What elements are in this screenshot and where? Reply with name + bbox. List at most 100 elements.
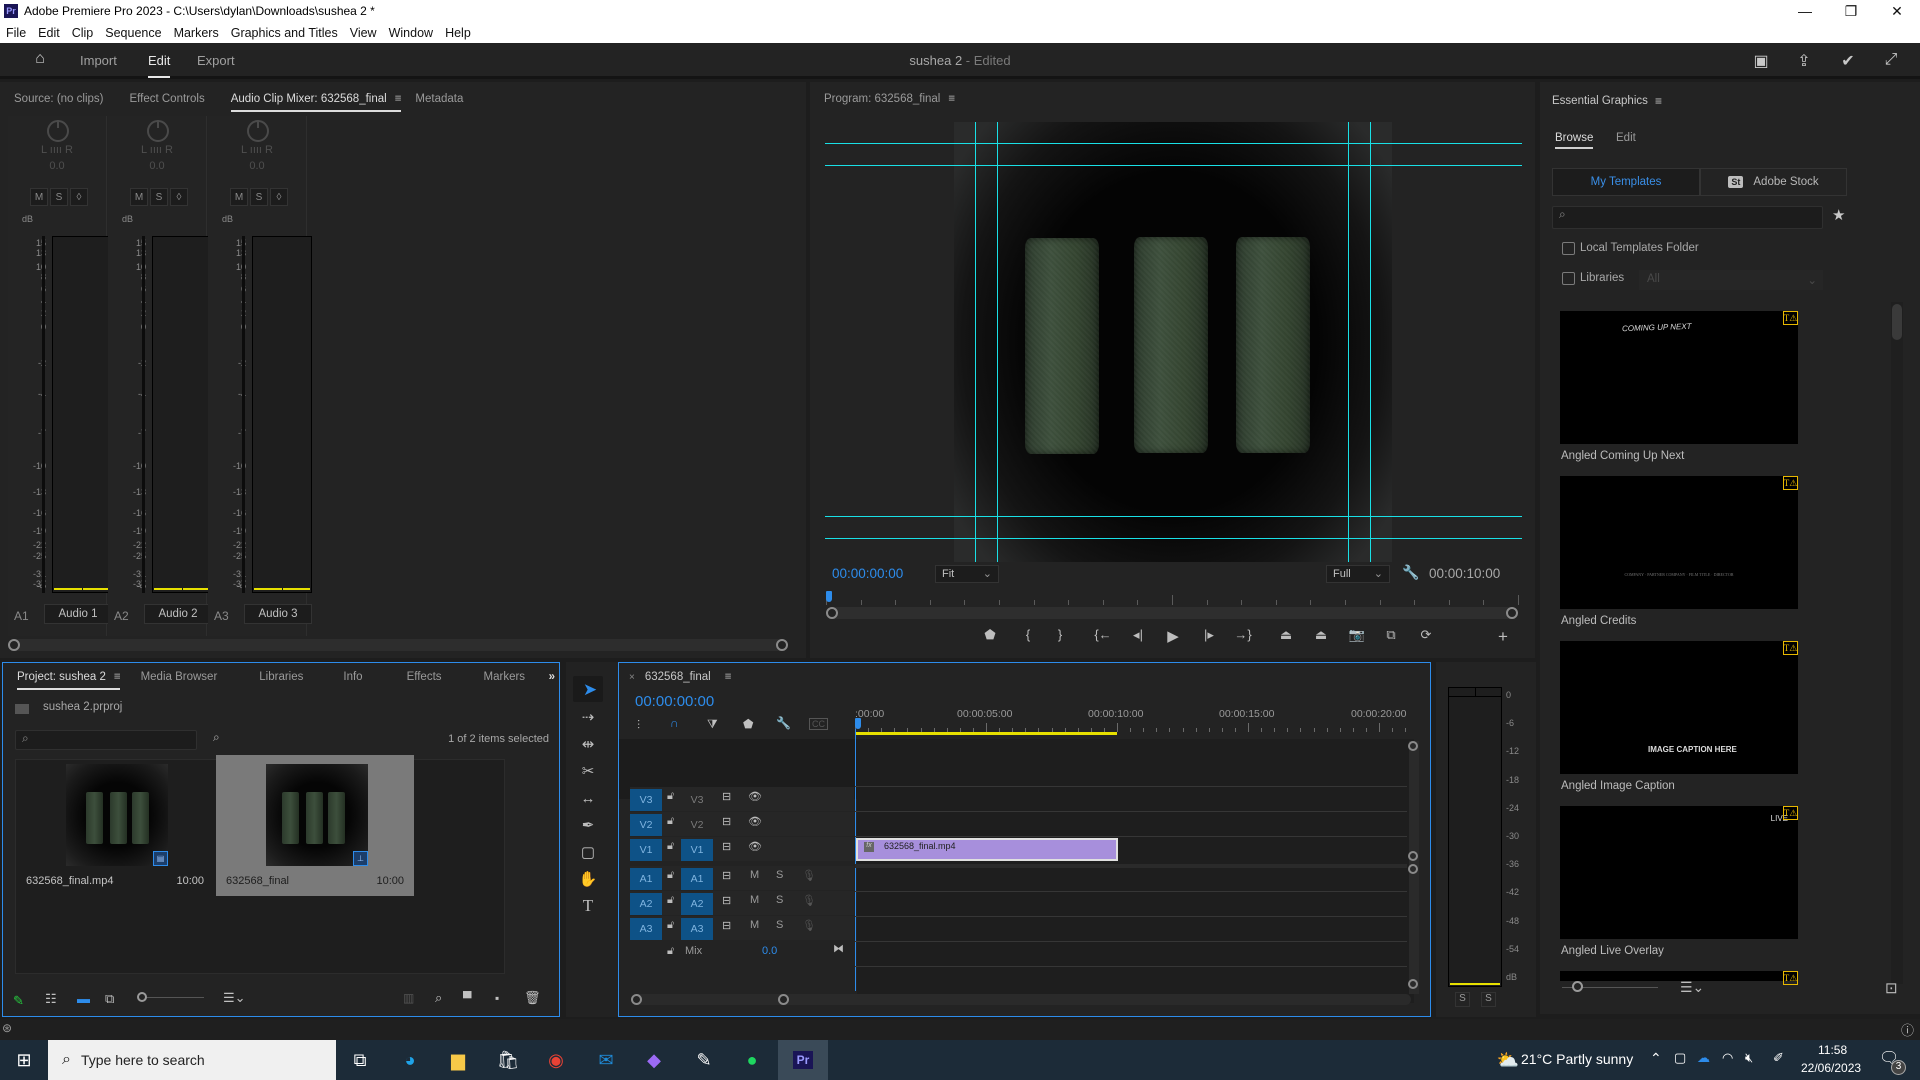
project-search-input[interactable]: ⌕: [15, 730, 197, 750]
solo-button[interactable]: S: [776, 919, 783, 931]
mute-button[interactable]: M: [130, 188, 148, 206]
quick-export-icon[interactable]: ▣: [1750, 51, 1772, 71]
list-view-icon[interactable]: ☷: [45, 991, 57, 1007]
program-video-frame[interactable]: [954, 122, 1392, 562]
timeline-ruler[interactable]: [855, 722, 1407, 732]
tab-libraries[interactable]: Libraries: [259, 671, 303, 683]
tab-edit[interactable]: Edit: [1616, 132, 1636, 144]
scroll-handle[interactable]: [1408, 864, 1418, 874]
microphone-icon[interactable]: 🎙︎: [802, 869, 816, 882]
sync-lock-icon[interactable]: ⊟: [722, 894, 731, 907]
zoom-handle-right[interactable]: [1506, 607, 1518, 619]
windows-start-icon[interactable]: ⊞: [0, 1040, 48, 1080]
onedrive-icon[interactable]: ☁: [1697, 1050, 1710, 1066]
scroll-handle-left[interactable]: [631, 994, 642, 1005]
close-button[interactable]: ✕: [1874, 0, 1920, 22]
source-patch-v1[interactable]: V1: [630, 839, 662, 861]
lock-icon[interactable]: 🔓︎: [667, 840, 674, 853]
favorites-star-icon[interactable]: ★: [1832, 206, 1845, 224]
scroll-handle-left[interactable]: [8, 639, 20, 651]
solo-left-button[interactable]: S: [1455, 992, 1470, 1007]
template-thumbnail[interactable]: IMAGE CAPTION HERET⚠: [1560, 641, 1798, 774]
channel-name[interactable]: Audio 1: [44, 604, 112, 624]
close-sequence-icon[interactable]: ×: [629, 672, 635, 683]
chrome-icon[interactable]: ◉: [532, 1040, 580, 1080]
templates-search-input[interactable]: ⌕: [1552, 206, 1823, 229]
selection-tool[interactable]: ➤: [577, 678, 603, 702]
fader-track[interactable]: [242, 236, 245, 593]
nav-edit[interactable]: Edit: [148, 53, 170, 68]
tab-effects[interactable]: Effects: [407, 671, 442, 683]
more-panels-icon[interactable]: »: [549, 671, 555, 683]
razor-tool[interactable]: ✂: [575, 759, 601, 783]
icon-view-icon[interactable]: ▬: [77, 991, 90, 1006]
tab-project[interactable]: Project: sushea 2: [17, 671, 106, 683]
work-area-bar[interactable]: [855, 732, 1117, 735]
solo-right-button[interactable]: S: [1481, 992, 1496, 1007]
tab-media-browser[interactable]: Media Browser: [141, 671, 218, 683]
panel-menu-icon[interactable]: ≡: [948, 93, 955, 105]
edge-icon[interactable]: ◕: [386, 1040, 434, 1080]
menu-view[interactable]: View: [344, 26, 383, 40]
mixer-scrollbar[interactable]: [8, 639, 788, 651]
adobe-stock-button[interactable]: St Adobe Stock: [1700, 168, 1847, 196]
add-marker-button[interactable]: ⬟: [980, 627, 1000, 643]
captions-icon[interactable]: CC: [809, 718, 828, 730]
write-keyframes-button[interactable]: ◊: [70, 188, 88, 206]
timeline-hscroll[interactable]: [631, 994, 1411, 1005]
track-target-v2[interactable]: V2: [681, 814, 713, 836]
file-explorer-icon[interactable]: ▆: [434, 1040, 482, 1080]
zoom-level-select[interactable]: Fit⌄: [935, 565, 999, 583]
local-templates-checkbox[interactable]: [1562, 242, 1575, 255]
pan-knob[interactable]: [247, 120, 269, 142]
freeform-view-icon[interactable]: ⧉: [105, 991, 114, 1007]
microphone-icon[interactable]: 🎙︎: [802, 919, 816, 932]
tab-markers[interactable]: Markers: [484, 671, 526, 683]
minimize-button[interactable]: —: [1782, 0, 1828, 22]
source-patch-v2[interactable]: V2: [630, 814, 662, 836]
scroll-handle[interactable]: [1408, 851, 1418, 861]
project-item-sequence[interactable]: ⊥ 632568_final 10:00: [216, 755, 414, 896]
weather-text[interactable]: 21°C Partly sunny: [1521, 1051, 1633, 1067]
sync-lock-icon[interactable]: ⊟: [722, 790, 731, 803]
tab-effect-controls[interactable]: Effect Controls: [129, 93, 204, 105]
mute-button[interactable]: M: [30, 188, 48, 206]
timeline-clip[interactable]: fx 632568_final.mp4: [856, 838, 1118, 861]
templates-scrollbar[interactable]: [1891, 302, 1903, 984]
volume-muted-icon[interactable]: 🔇︎: [1745, 1050, 1753, 1066]
track-target-v3[interactable]: V3: [681, 789, 713, 811]
add-marker-icon[interactable]: ⬟: [743, 717, 753, 731]
lock-icon[interactable]: 🔓︎: [667, 945, 674, 958]
info-icon[interactable]: ⓘ: [1901, 1020, 1914, 1039]
lock-icon[interactable]: 🔓︎: [667, 919, 674, 932]
creative-cloud-icon[interactable]: ⊛: [2, 1021, 12, 1035]
menu-help[interactable]: Help: [439, 26, 477, 40]
store-icon[interactable]: 🛍︎: [484, 1040, 532, 1080]
fullscreen-icon[interactable]: ⤢: [1880, 51, 1902, 71]
scroll-handle[interactable]: [1408, 979, 1418, 989]
menu-window[interactable]: Window: [383, 26, 439, 40]
track-select-forward-tool[interactable]: ⇢: [575, 705, 601, 729]
channel-name[interactable]: Audio 3: [244, 604, 312, 624]
wrench-icon[interactable]: 🔧: [776, 716, 791, 730]
track-target-a1[interactable]: A1: [681, 868, 713, 890]
mark-in-button[interactable]: {: [1018, 627, 1038, 642]
mix-expand-icon[interactable]: ⧓: [833, 942, 844, 955]
export-frame-button[interactable]: 📷: [1347, 627, 1367, 643]
sort-icon[interactable]: ☰⌄: [1680, 979, 1704, 996]
microphone-icon[interactable]: 🎙︎: [802, 894, 816, 907]
panel-menu-icon[interactable]: ≡: [395, 93, 402, 105]
timeline-timecode[interactable]: 00:00:00:00: [635, 693, 714, 710]
tab-audio-clip-mixer[interactable]: Audio Clip Mixer: 632568_final: [231, 93, 387, 105]
find-icon[interactable]: ⌕: [213, 730, 220, 745]
mute-button[interactable]: M: [230, 188, 248, 206]
clock-date[interactable]: 22/06/2023: [1801, 1061, 1861, 1075]
sync-lock-icon[interactable]: ⊟: [722, 815, 731, 828]
write-keyframes-button[interactable]: ◊: [270, 188, 288, 206]
ripple-edit-tool[interactable]: ⇹: [575, 732, 601, 756]
eye-icon[interactable]: 👁︎: [748, 790, 762, 803]
scroll-handle-right[interactable]: [778, 994, 789, 1005]
libraries-select[interactable]: All⌄: [1639, 270, 1823, 290]
pencil-icon[interactable]: ✎: [13, 993, 24, 1009]
new-item-icon[interactable]: ⊡: [1885, 979, 1898, 997]
